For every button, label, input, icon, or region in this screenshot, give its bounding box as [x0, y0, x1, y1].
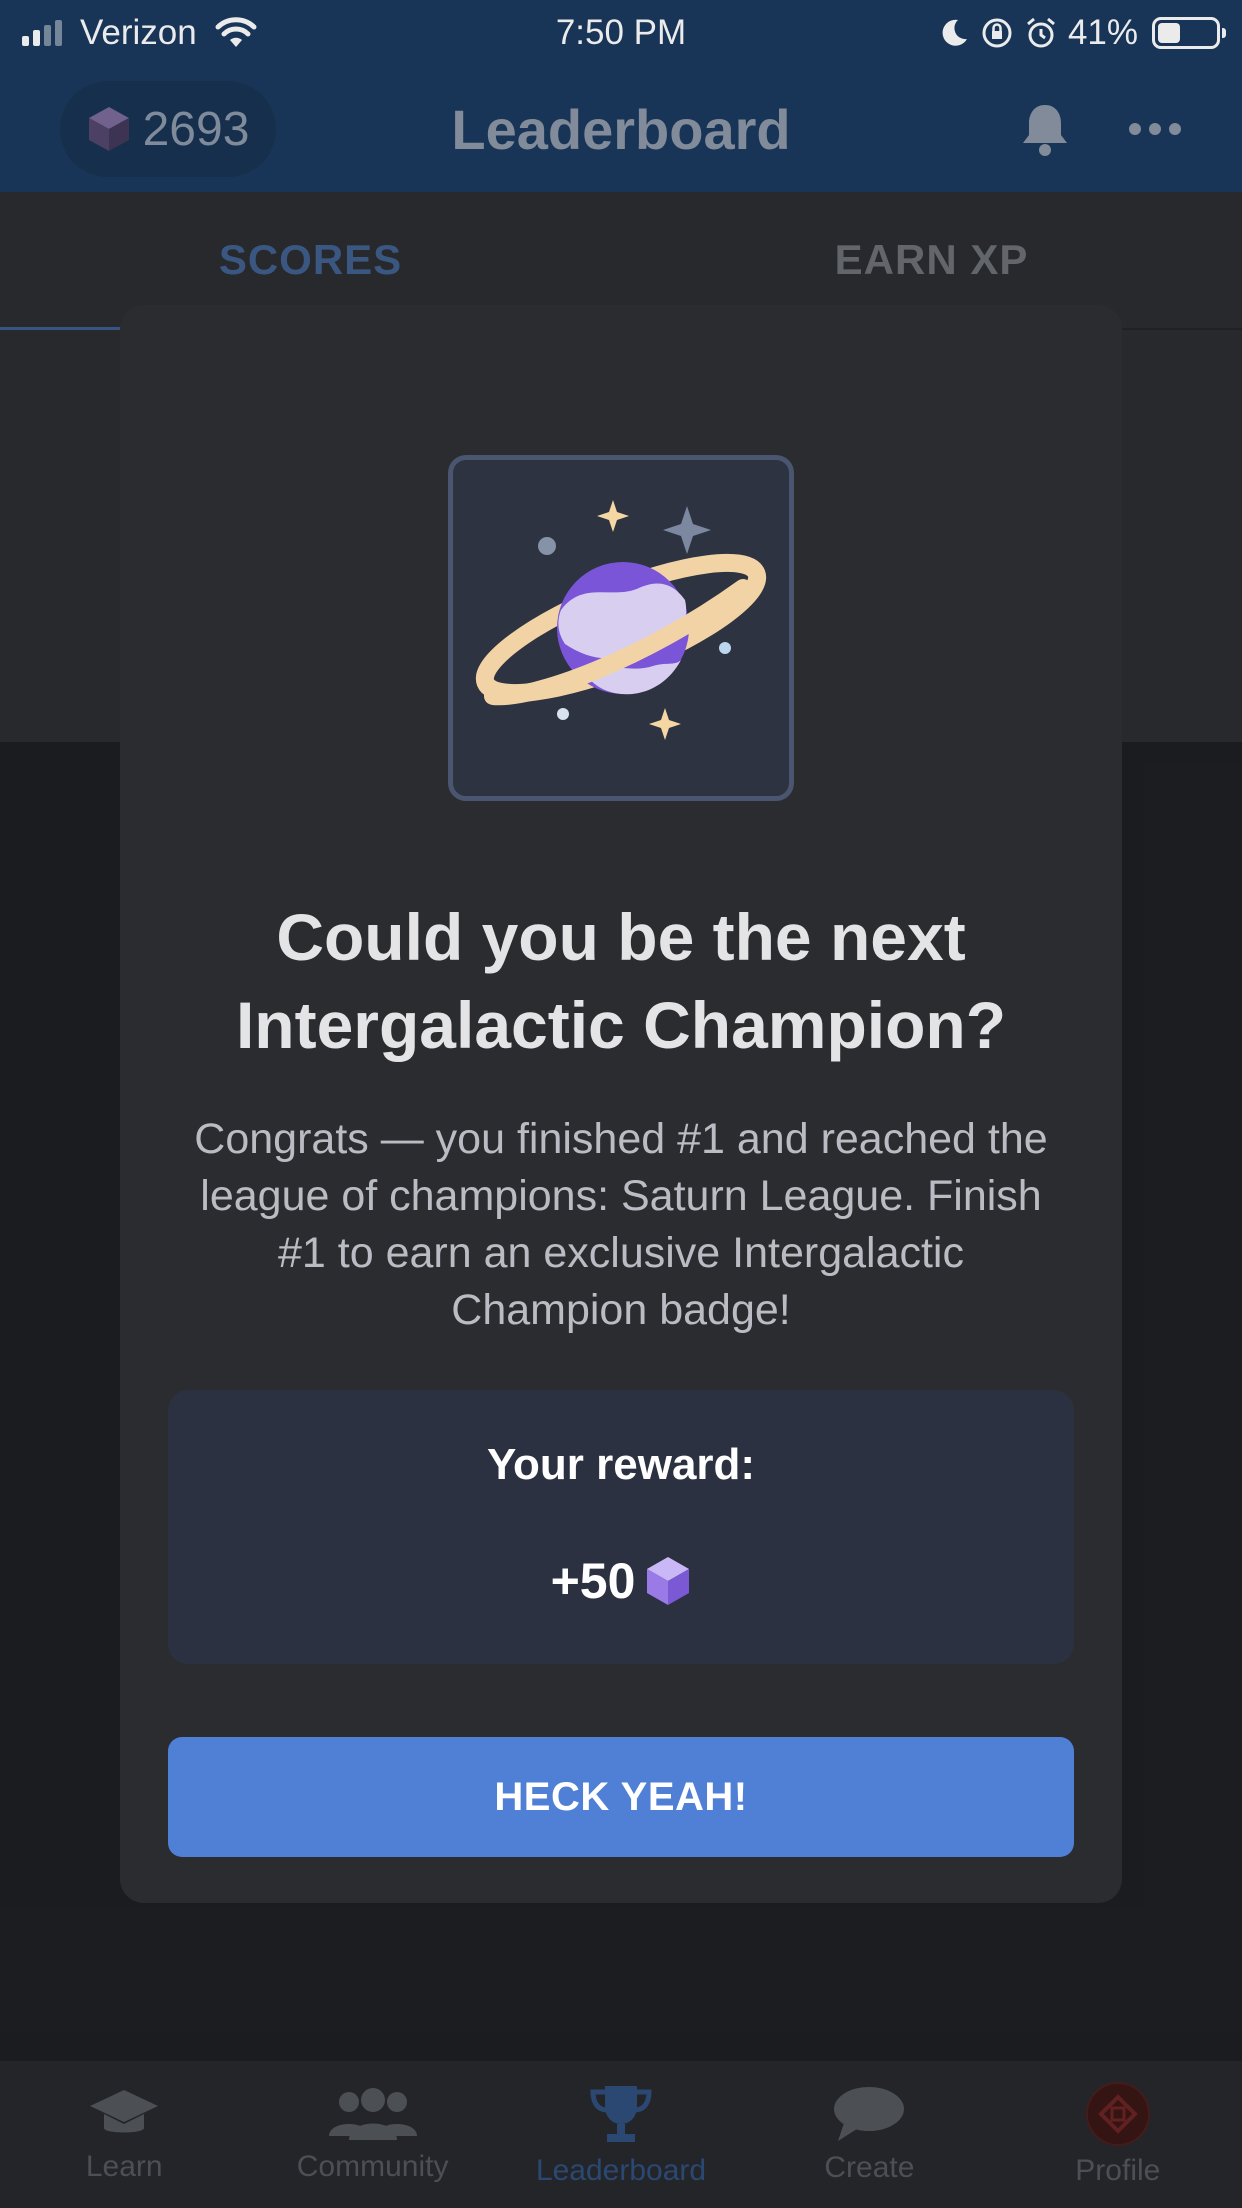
modal-description-line: #1 to earn an exclusive Intergalactic: [277, 1229, 964, 1277]
modal-title-line: Intergalactic Champion?: [235, 988, 1007, 1062]
saturn-planet-icon: [475, 500, 767, 740]
reward-card: Your reward: +50: [168, 1390, 1074, 1664]
modal-description-line: Congrats — you finished #1 and reached t…: [194, 1115, 1048, 1163]
modal-description-line: Champion badge!: [451, 1286, 791, 1334]
modal-description: Congrats — you finished #1 and reached t…: [160, 1111, 1082, 1339]
reward-amount: +50: [168, 1552, 1074, 1610]
modal-title: Could you be the next Intergalactic Cham…: [160, 893, 1082, 1069]
reward-value: +50: [550, 1553, 636, 1609]
modal-description-line: league of champions: Saturn League. Fini…: [200, 1172, 1042, 1220]
reward-label: Your reward:: [486, 1440, 756, 1489]
heck-yeah-button[interactable]: HECK YEAH!: [168, 1737, 1074, 1857]
saturn-league-badge: [448, 455, 794, 801]
league-promotion-modal: Could you be the next Intergalactic Cham…: [120, 305, 1122, 1903]
modal-title-line: Could you be the next: [276, 900, 966, 974]
gem-cube-icon: [647, 1557, 690, 1605]
